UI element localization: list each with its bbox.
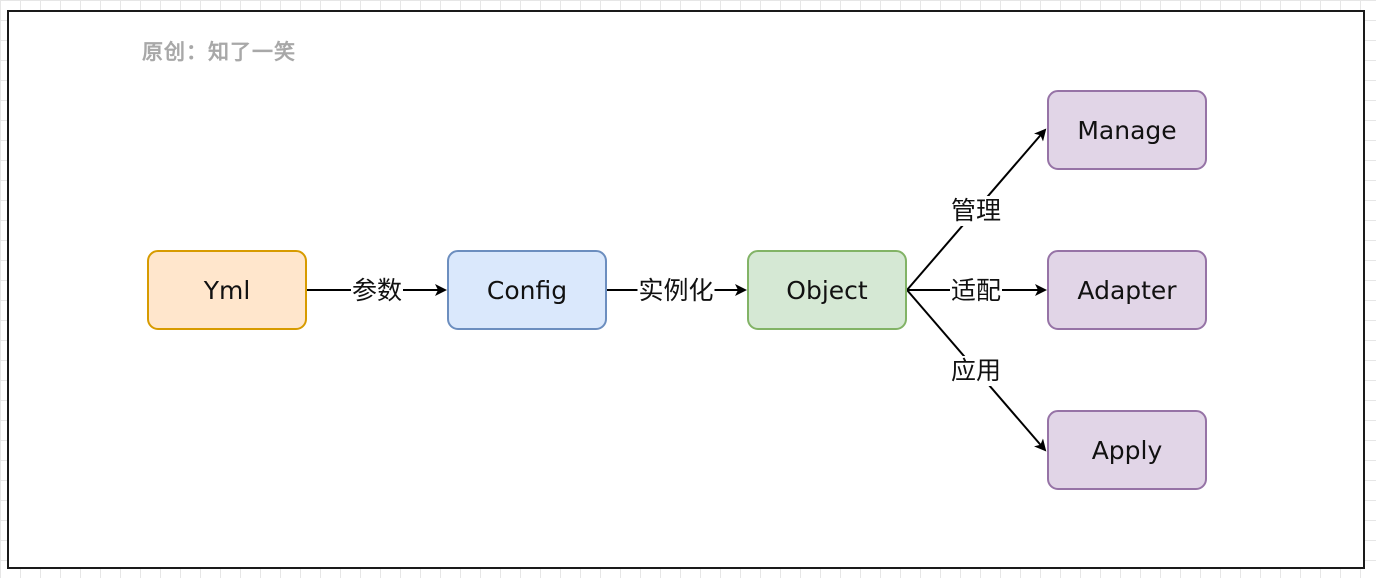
node-object[interactable]: Object [747,250,907,330]
edge-label-yml-config: 参数 [350,276,404,306]
node-apply[interactable]: Apply [1047,410,1207,490]
edge-label-object-manage: 管理 [949,196,1003,226]
node-manage[interactable]: Manage [1047,90,1207,170]
edge-label-config-object: 实例化 [637,276,715,306]
edge-label-object-adapter: 适配 [949,276,1003,306]
edge-label-object-apply: 应用 [949,356,1003,386]
node-yml[interactable]: Yml [147,250,307,330]
diagram-canvas: 原创：知了一笑 参数 实例化 适配 管理 应用 Yml Config Objec… [0,0,1376,578]
node-config[interactable]: Config [447,250,607,330]
node-adapter[interactable]: Adapter [1047,250,1207,330]
